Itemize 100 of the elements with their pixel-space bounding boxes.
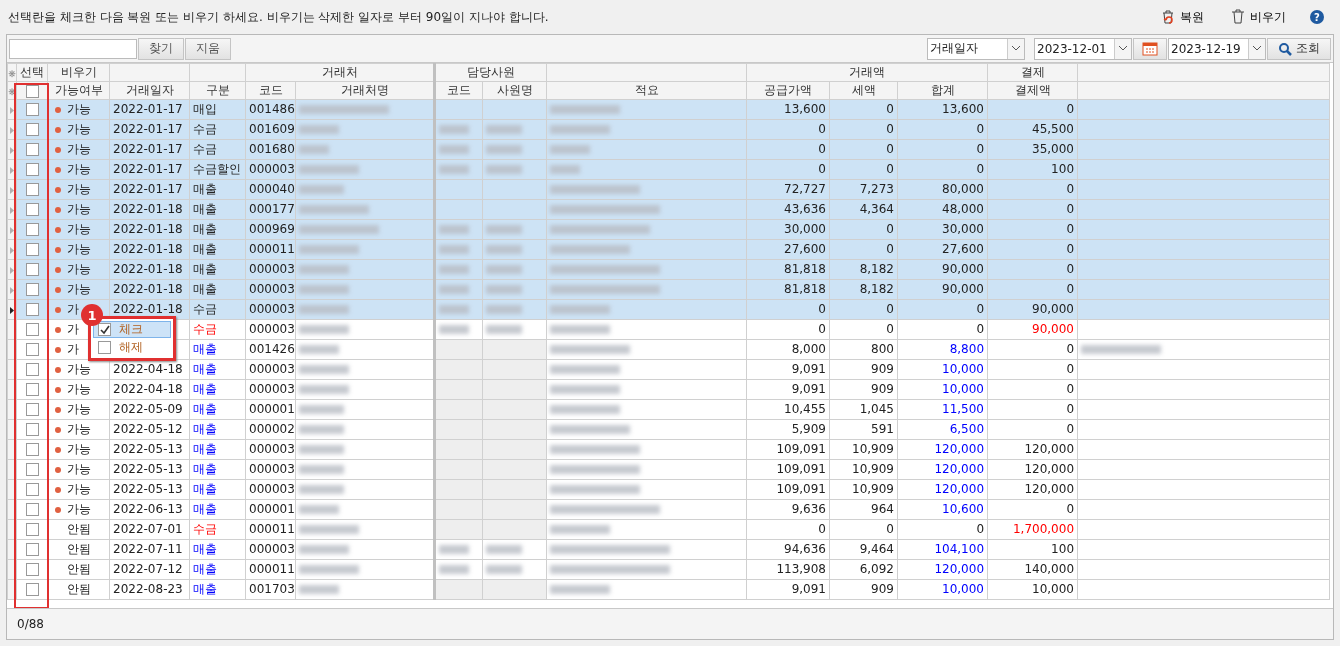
row-checkbox[interactable]: [25, 323, 39, 336]
row-checkbox[interactable]: [25, 223, 39, 236]
table-cell: 2022-07-12: [113, 562, 183, 576]
table-cell: 2022-05-13: [113, 442, 183, 456]
table-cell: 9,091: [791, 382, 826, 396]
clear-button[interactable]: 지움: [185, 37, 231, 60]
empty-button[interactable]: 비우기: [1222, 8, 1294, 26]
table-cell: 000040: [249, 182, 295, 196]
table-cell: 0: [976, 142, 984, 156]
table-cell: 000003: [249, 302, 295, 316]
table-cell: 0: [976, 162, 984, 176]
table-cell: 109,091: [776, 442, 826, 456]
table-cell: 43,636: [784, 202, 826, 216]
row-checkbox[interactable]: [25, 163, 39, 176]
table-cell: 매출: [193, 202, 217, 216]
row-checkbox[interactable]: [25, 343, 39, 356]
table-cell: 000001: [249, 502, 295, 516]
table-cell: 964: [871, 502, 894, 516]
table-cell: 매출: [193, 582, 217, 596]
table-cell: 0: [818, 322, 826, 336]
query-button[interactable]: 조회: [1267, 37, 1331, 60]
table-cell: 매입: [193, 102, 217, 116]
table-cell: 안됨: [67, 522, 91, 536]
row-checkbox[interactable]: [25, 203, 39, 216]
table-cell: 매출: [193, 442, 217, 456]
table-cell: 2022-01-18: [113, 302, 183, 316]
row-checkbox[interactable]: [25, 283, 39, 296]
menu-checkbox[interactable]: [98, 341, 111, 354]
table-cell: 0: [886, 302, 894, 316]
table-cell: 9,464: [859, 542, 894, 556]
menu-item[interactable]: 체크: [93, 321, 171, 338]
restore-button[interactable]: 복원: [1152, 8, 1212, 26]
row-checkbox[interactable]: [25, 423, 39, 436]
table-cell: 매출: [193, 402, 217, 416]
row-checkbox[interactable]: [25, 103, 39, 116]
menu-item[interactable]: 해제: [93, 339, 171, 356]
row-checkbox[interactable]: [25, 563, 39, 576]
table-cell: 120,000: [934, 462, 984, 476]
table-cell: 0: [1066, 282, 1074, 296]
table-cell: 000002: [249, 422, 295, 436]
calendar-button[interactable]: [1133, 37, 1167, 60]
row-checkbox[interactable]: [25, 123, 39, 136]
row-checkbox[interactable]: [25, 183, 39, 196]
blurred-text: [439, 125, 469, 134]
blurred-text: [439, 165, 469, 174]
table-cell: 0: [1066, 402, 1074, 416]
row-checkbox[interactable]: [25, 263, 39, 276]
table-cell: 0: [1066, 262, 1074, 276]
to-date-field[interactable]: 2023-12-19: [1168, 37, 1266, 60]
row-checkbox[interactable]: [25, 383, 39, 396]
table-cell: 0: [886, 322, 894, 336]
table-cell: 1,045: [859, 402, 894, 416]
table-cell: 120,000: [934, 562, 984, 576]
table-cell: 000177: [249, 202, 295, 216]
row-checkbox[interactable]: [25, 443, 39, 456]
table-cell: 가능: [67, 402, 91, 416]
row-checkbox[interactable]: [25, 303, 39, 316]
row-checkbox[interactable]: [25, 583, 39, 596]
table-cell: 109,091: [776, 482, 826, 496]
blurred-text: [486, 265, 522, 274]
table-cell: 001609: [249, 122, 295, 136]
table-cell: 매출: [193, 562, 217, 576]
table-cell: 0: [1066, 182, 1074, 196]
help-icon[interactable]: ?: [1310, 10, 1324, 24]
table-cell: 35,000: [1032, 142, 1074, 156]
row-checkbox[interactable]: [25, 463, 39, 476]
table-cell: 0: [1066, 102, 1074, 116]
table-cell: 9,636: [791, 502, 826, 516]
blurred-text: [550, 385, 620, 394]
table-cell: 0: [886, 102, 894, 116]
table-cell: 2022-01-17: [113, 102, 183, 116]
table-cell: 10,909: [852, 442, 894, 456]
table-cell: 000003: [249, 362, 295, 376]
row-checkbox[interactable]: [25, 483, 39, 496]
blurred-text: [550, 525, 610, 534]
date-field-dropdown[interactable]: 거래일자: [927, 37, 1025, 60]
table-cell: 909: [871, 382, 894, 396]
row-checkbox[interactable]: [25, 503, 39, 516]
table-cell: 2022-01-17: [113, 182, 183, 196]
row-checkbox[interactable]: [25, 363, 39, 376]
blurred-text: [486, 545, 522, 554]
blurred-text: [439, 225, 469, 234]
table-cell: 매출: [193, 262, 217, 276]
table-cell: 수금: [193, 522, 217, 536]
blurred-text: [299, 505, 339, 514]
row-checkbox[interactable]: [25, 143, 39, 156]
find-button[interactable]: 찾기: [138, 37, 184, 60]
from-date-field[interactable]: 2023-12-01: [1034, 37, 1132, 60]
menu-checkbox[interactable]: [98, 323, 111, 336]
row-checkbox[interactable]: [25, 543, 39, 556]
table-cell: 000003: [249, 442, 295, 456]
table-cell: 수금: [193, 302, 217, 316]
search-field[interactable]: [9, 38, 137, 59]
table-cell: 0: [818, 122, 826, 136]
column-header: 결제: [987, 63, 1078, 82]
blurred-text: [299, 305, 349, 314]
row-checkbox[interactable]: [25, 403, 39, 416]
row-checkbox[interactable]: [25, 523, 39, 536]
table-cell: 0: [976, 322, 984, 336]
row-checkbox[interactable]: [25, 243, 39, 256]
